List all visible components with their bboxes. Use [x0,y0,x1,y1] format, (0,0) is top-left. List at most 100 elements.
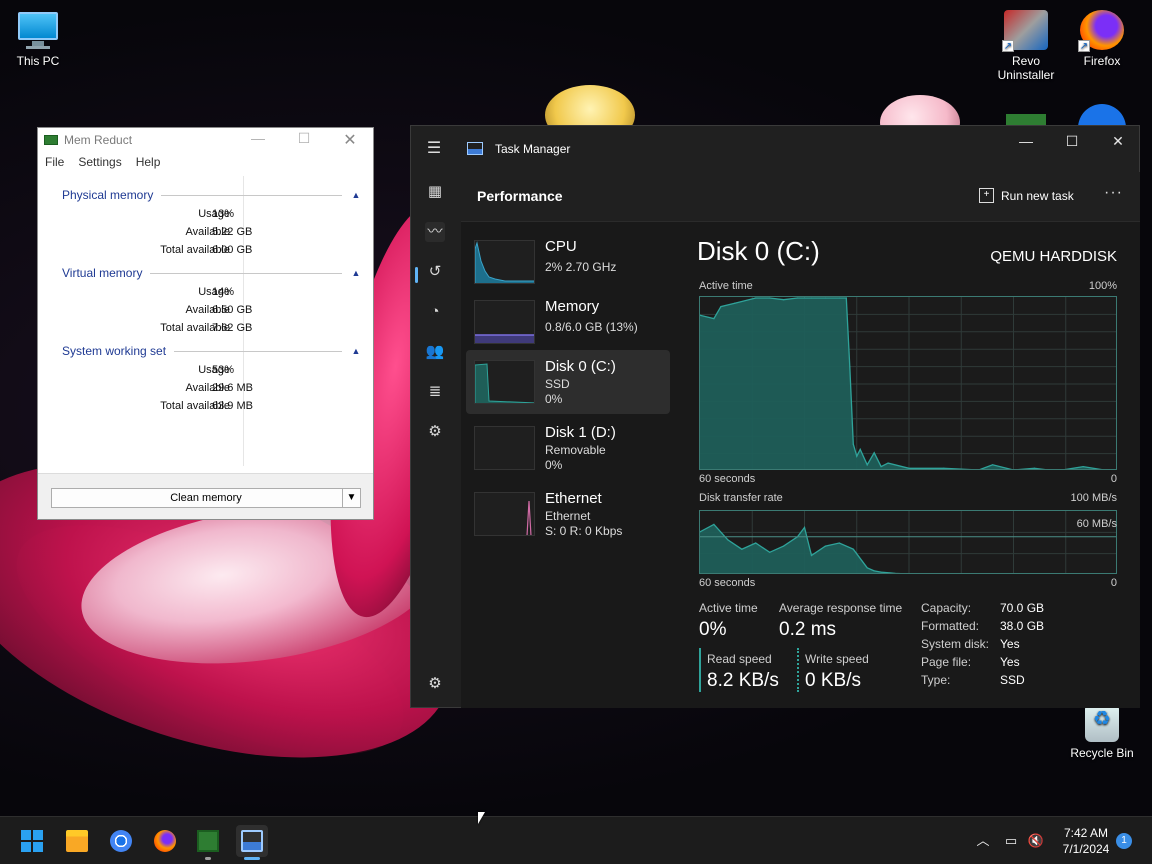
desktop-icon-firefox[interactable]: ↗ Firefox [1064,10,1140,68]
performance-icon[interactable]: 〰 [425,222,445,242]
menu-settings[interactable]: Settings [78,155,121,169]
desktop-icon-recycle-bin[interactable]: Recycle Bin [1064,706,1140,760]
maximize-button[interactable]: ☐ [281,130,327,150]
app-history-icon[interactable]: ↺ [425,262,445,282]
data-point [727,539,729,541]
chevron-up-icon[interactable]: ︿ [974,832,992,850]
resource-item-ethernet[interactable]: Ethernet Ethernet S: 0 R: 0 Kbps [466,482,670,546]
resource-item-disk-0[interactable]: Disk 0 (C:) SSD 0% [466,350,670,414]
section-system-working-set[interactable]: System working set ▲ [62,343,362,359]
memreduct-app-icon [44,135,58,145]
firefox-icon [154,830,176,852]
window-title: Task Manager [495,142,571,156]
users-icon[interactable]: 👥 [425,342,445,362]
processes-icon[interactable]: ▦ [425,182,445,202]
taskbar-file-explorer[interactable] [61,825,93,857]
close-button[interactable]: ✕ [327,130,373,150]
list-item: Usage 14% [198,286,235,298]
taskbar: ︿ ▭ 🔇 7:42 AM 7/1/2024 1 [0,816,1152,864]
data-point [824,297,826,299]
run-new-task-button[interactable]: + Run new task [979,188,1074,203]
windows-logo-icon [21,830,43,852]
close-button[interactable]: ✕ [1095,126,1141,156]
section-physical-memory[interactable]: Physical memory ▲ [62,187,362,203]
property-value: 70.0 GB [1000,601,1045,615]
clock-time: 7:42 AM [1063,826,1109,840]
chart-label: Active time [699,280,753,292]
more-options-icon[interactable]: ··· [1104,184,1123,202]
stat-label: Average response time [779,601,903,615]
data-point [1062,469,1063,470]
disk-1-thumbnail-graph [474,426,535,470]
taskbar-firefox[interactable] [149,825,181,857]
services-icon[interactable]: ⚙ [425,422,445,442]
resource-usage: 0% [545,392,563,406]
menu-help[interactable]: Help [136,155,161,169]
list-item: Total available 7.62 GB [160,322,253,334]
data-point [873,570,875,572]
section-virtual-memory[interactable]: Virtual memory ▲ [62,265,362,281]
list-item: Total available 63.9 MB [160,400,253,412]
active-indicator [244,857,260,860]
data-point [856,455,858,457]
startup-apps-icon[interactable]: ◔ [425,302,445,322]
section-title: System working set [62,344,167,358]
resource-name: Disk 1 (D:) [545,424,616,441]
active-time-value: 0% [699,619,727,640]
start-button[interactable] [16,825,48,857]
data-point [1048,469,1049,470]
hamburger-menu-icon[interactable]: ☰ [425,140,443,158]
network-icon[interactable]: ▭ [1002,832,1020,850]
desktop-icon-revo-uninstaller[interactable]: ↗ Revo Uninstaller [988,10,1064,82]
chrome-icon [110,830,132,852]
maximize-button[interactable]: ☐ [1049,126,1095,156]
settings-gear-icon[interactable]: ⚙ [425,674,445,694]
resource-detail: Ethernet [545,509,591,523]
data-point [824,545,826,547]
collapse-icon[interactable]: ▲ [350,268,362,278]
stat-label: Read speed [707,652,772,666]
minimize-button[interactable]: — [1003,126,1049,156]
data-point [880,571,882,573]
clean-memory-button[interactable]: Clean memory ▼ [51,488,361,508]
menu-file[interactable]: File [45,155,64,169]
ethernet-thumbnail-graph [474,492,535,536]
section-title: Virtual memory [62,266,143,280]
data-point [849,366,851,368]
collapse-icon[interactable]: ▲ [350,346,362,356]
property-label: Page file: [921,655,972,669]
collapse-icon[interactable]: ▲ [350,190,362,200]
data-point [769,297,771,299]
resource-item-memory[interactable]: Memory 0.8/6.0 GB (13%) [466,290,670,354]
desktop-icon-this-pc[interactable]: This PC [0,10,76,68]
system-clock[interactable]: 7:42 AM 7/1/2024 [1058,825,1114,857]
minimize-button[interactable]: — [235,130,281,150]
data-point [978,573,979,574]
resource-detail: Removable [545,443,606,457]
taskbar-chrome[interactable] [105,825,137,857]
task-manager-icon [241,830,263,852]
list-item: Available 6.50 GB [185,304,253,316]
task-manager-titlebar[interactable]: ☰ Task Manager — ☐ ✕ [411,126,1141,172]
memreduct-titlebar[interactable]: Mem Reduct — ☐ ✕ [38,128,373,152]
taskbar-task-manager[interactable] [236,825,268,860]
desktop-icon-label: Recycle Bin [1070,746,1134,760]
notification-badge[interactable]: 1 [1116,833,1132,849]
dropdown-arrow-icon[interactable]: ▼ [342,489,360,507]
resource-item-disk-1[interactable]: Disk 1 (D:) Removable 0% [466,416,670,480]
chart-time-label: 60 seconds [699,577,756,589]
resource-item-cpu[interactable]: CPU 2% 2.70 GHz [466,230,670,294]
data-point [873,452,875,454]
resource-name: Ethernet [545,490,602,507]
active-time-chart [699,296,1117,470]
details-icon[interactable]: ≣ [425,382,445,402]
data-point [810,297,813,299]
run-task-icon: + [979,188,994,203]
disk-0-thumbnail-graph [474,360,535,404]
data-point [838,542,840,544]
chart-min-label: 0 [1110,577,1117,589]
page-header: Performance + Run new task ··· [461,172,1140,222]
disk-model: QEMU HARDDISK [990,248,1117,265]
taskbar-memreduct[interactable] [192,825,224,860]
volume-muted-icon[interactable]: 🔇 [1027,832,1045,850]
